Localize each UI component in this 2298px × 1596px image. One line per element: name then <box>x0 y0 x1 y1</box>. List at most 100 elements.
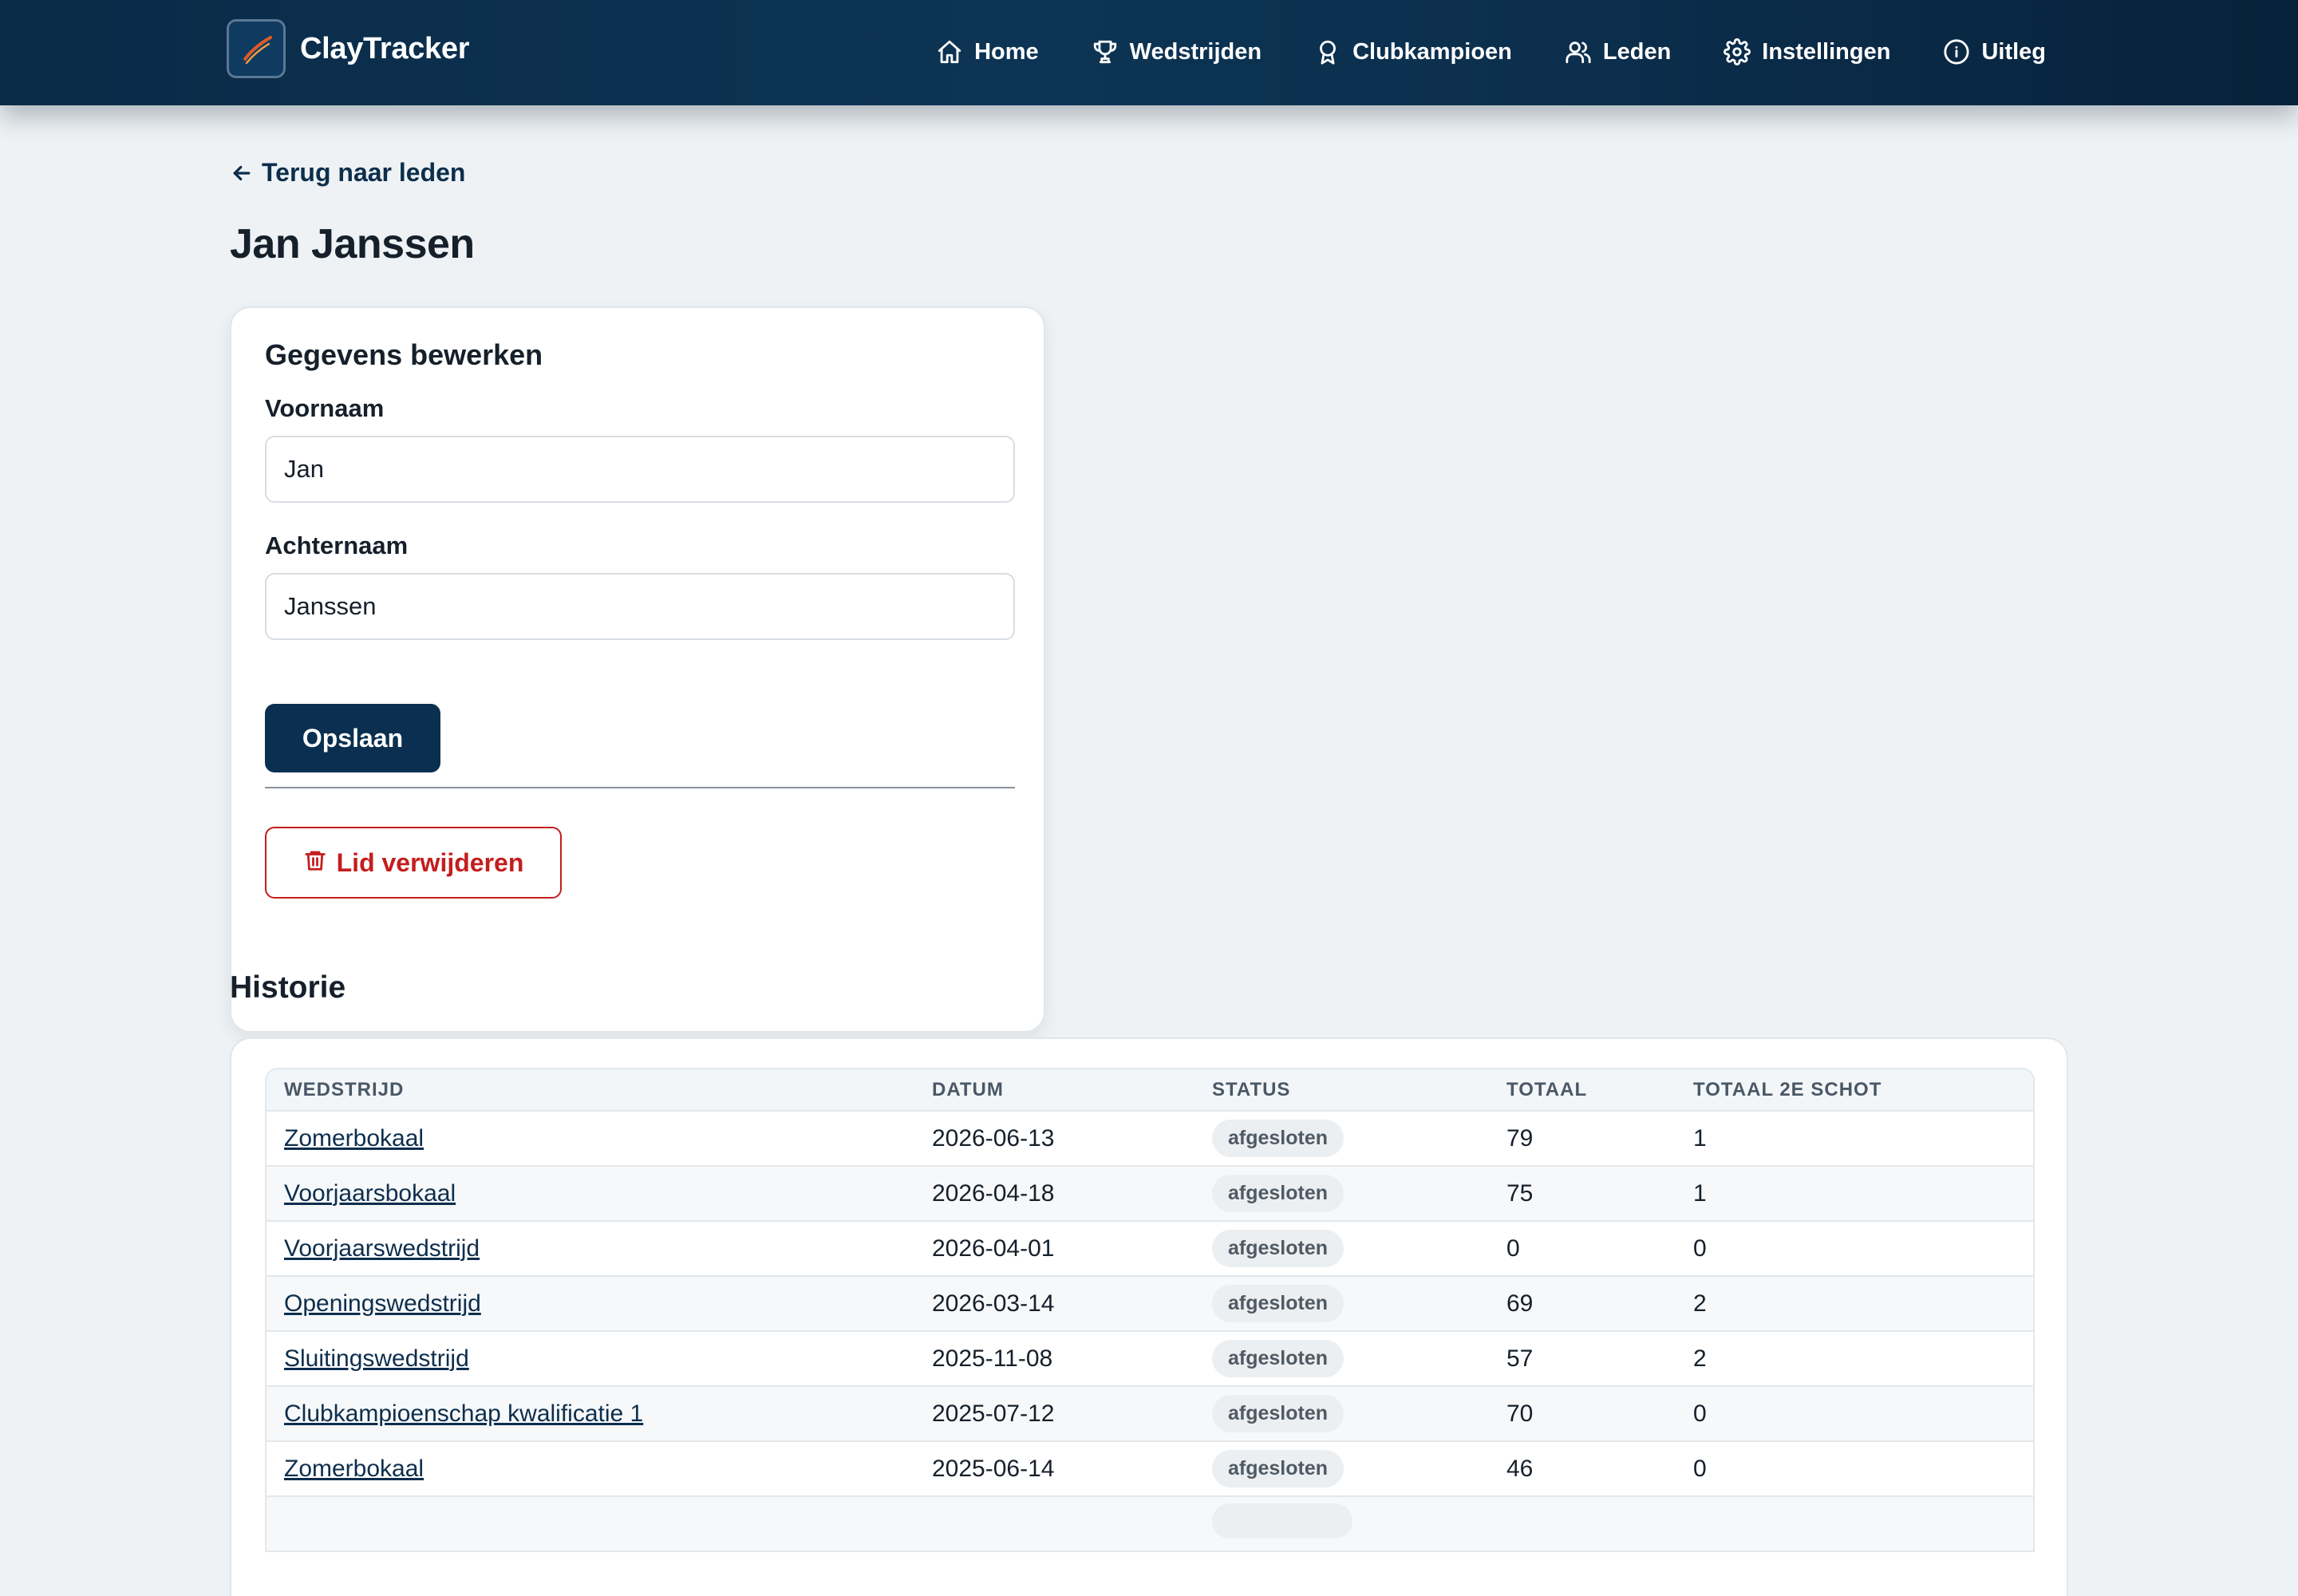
cell-total-second: 1 <box>1676 1166 2033 1222</box>
nav-item-leden[interactable]: Leden <box>1565 38 1671 65</box>
delete-member-button[interactable]: Lid verwijderen <box>265 827 562 899</box>
trophy-icon <box>1093 40 1116 64</box>
cell-match: Voorjaarsbokaal <box>267 1166 914 1222</box>
cell-total-second: 2 <box>1676 1276 2033 1332</box>
status-badge: afgesloten <box>1212 1340 1344 1377</box>
column-header-datum[interactable]: DATUM <box>914 1069 1194 1112</box>
table-row: Sluitingswedstrijd 2025-11-08 afgesloten… <box>267 1331 2033 1387</box>
match-link[interactable]: Voorjaarsbokaal <box>284 1180 456 1207</box>
history-table-wrapper: WEDSTRIJD DATUM STATUS TOTAAL TOTAAL 2E … <box>265 1068 2035 1552</box>
match-link[interactable]: Voorjaarswedstrijd <box>284 1235 480 1262</box>
cell-total-second: 0 <box>1676 1386 2033 1442</box>
nav-item-label: Home <box>974 38 1039 65</box>
cell-total: 70 <box>1489 1386 1676 1442</box>
cell-date: 2026-04-18 <box>914 1166 1194 1222</box>
cell-total: 0 <box>1489 1221 1676 1277</box>
column-header-totaal-2e-schot[interactable]: TOTAAL 2E SCHOT <box>1676 1069 2033 1112</box>
first-name-field[interactable] <box>265 436 1015 503</box>
table-row: Voorjaarsbokaal 2026-04-18 afgesloten 75… <box>267 1166 2033 1222</box>
cell-total: 69 <box>1489 1276 1676 1332</box>
nav-item-clubkampioen[interactable]: Clubkampioen <box>1314 38 1512 65</box>
cell-total: 57 <box>1489 1331 1676 1387</box>
nav-item-label: Leden <box>1602 38 1672 65</box>
back-to-members-link[interactable]: Terug naar leden <box>230 158 465 188</box>
last-name-label: Achternaam <box>265 531 409 559</box>
brand[interactable]: ClayTracker <box>227 19 470 78</box>
table-row: Clubkampioenschap kwalificatie 1 2025-07… <box>267 1386 2033 1442</box>
card-title: Gegevens bewerken <box>265 338 543 371</box>
column-header-status[interactable]: STATUS <box>1194 1069 1489 1112</box>
cell-total: 75 <box>1489 1166 1676 1222</box>
status-badge: afgesloten <box>1212 1175 1344 1212</box>
nav-item-label: Clubkampioen <box>1352 38 1512 65</box>
cell-status: afgesloten <box>1194 1111 1489 1167</box>
cell-status: afgesloten <box>1194 1221 1489 1277</box>
cell-match: Zomerbokaal <box>267 1441 914 1497</box>
history-table: WEDSTRIJD DATUM STATUS TOTAAL TOTAAL 2E … <box>267 1069 2033 1552</box>
award-icon <box>1320 40 1336 65</box>
main-nav: Home Wedstrijden Clubkampioen Leden Inst… <box>936 26 2046 77</box>
cell-date: 2026-04-01 <box>914 1221 1194 1277</box>
cell-status: afgesloten <box>1194 1386 1489 1442</box>
cell-status: afgesloten <box>1194 1166 1489 1222</box>
gear-icon <box>1724 38 1751 65</box>
cell-total <box>1489 1496 1676 1552</box>
status-badge: afgesloten <box>1212 1285 1344 1322</box>
cell-date <box>914 1496 1194 1552</box>
arrow-left-icon <box>233 165 251 180</box>
table-row: Zomerbokaal 2026-06-13 afgesloten 79 1 <box>267 1111 2033 1167</box>
cell-date: 2025-06-14 <box>914 1441 1194 1497</box>
cell-total: 79 <box>1489 1111 1676 1167</box>
status-badge: afgesloten <box>1212 1230 1344 1267</box>
match-link[interactable]: Sluitingswedstrijd <box>284 1345 469 1372</box>
status-badge: afgesloten <box>1212 1120 1344 1157</box>
match-link[interactable]: Openingswedstrijd <box>284 1290 481 1317</box>
cell-total-second: 0 <box>1676 1441 2033 1497</box>
cell-match <box>267 1496 914 1552</box>
cell-date: 2025-11-08 <box>914 1331 1194 1387</box>
brand-name: ClayTracker <box>300 31 470 65</box>
cell-match: Voorjaarswedstrijd <box>267 1221 914 1277</box>
match-link[interactable]: Zomerbokaal <box>284 1125 424 1152</box>
match-link[interactable]: Zomerbokaal <box>284 1456 424 1482</box>
nav-item-uitleg[interactable]: Uitleg <box>1943 38 2046 65</box>
table-row: Openingswedstrijd 2026-03-14 afgesloten … <box>267 1276 2033 1332</box>
last-name-field[interactable] <box>265 573 1015 640</box>
info-icon <box>1944 39 1970 65</box>
table-header-row: WEDSTRIJD DATUM STATUS TOTAAL TOTAAL 2E … <box>267 1069 2033 1112</box>
nav-item-home[interactable]: Home <box>936 38 1039 65</box>
cell-date: 2025-07-12 <box>914 1386 1194 1442</box>
cell-status: afgesloten <box>1194 1441 1489 1497</box>
history-card: WEDSTRIJD DATUM STATUS TOTAAL TOTAAL 2E … <box>230 1037 2068 1596</box>
table-row: Zomerbokaal 2025-06-14 afgesloten 46 0 <box>267 1441 2033 1497</box>
cell-match: Sluitingswedstrijd <box>267 1331 914 1387</box>
cell-status: afgesloten <box>1194 1276 1489 1332</box>
match-link[interactable]: Clubkampioenschap kwalificatie 1 <box>284 1400 643 1427</box>
nav-item-instellingen[interactable]: Instellingen <box>1724 38 1890 65</box>
cell-date: 2026-06-13 <box>914 1111 1194 1167</box>
delete-button-label: Lid verwijderen <box>336 847 524 877</box>
status-badge: afgesloten <box>1212 1395 1344 1432</box>
column-header-wedstrijd[interactable]: WEDSTRIJD <box>267 1069 914 1112</box>
history-title: Historie <box>230 970 346 1005</box>
cell-total-second: 0 <box>1676 1221 2033 1277</box>
table-row: Voorjaarswedstrijd 2026-04-01 afgesloten… <box>267 1221 2033 1277</box>
divider <box>265 787 1015 788</box>
status-badge <box>1212 1503 1352 1539</box>
nav-item-label: Uitleg <box>1981 38 2046 65</box>
nav-item-wedstrijden[interactable]: Wedstrijden <box>1092 38 1262 65</box>
cell-total-second: 2 <box>1676 1331 2033 1387</box>
cell-total-second <box>1676 1496 2033 1552</box>
cell-total-second: 1 <box>1676 1111 2033 1167</box>
cell-status: afgesloten <box>1194 1331 1489 1387</box>
cell-match: Zomerbokaal <box>267 1111 914 1167</box>
back-link-label: Terug naar leden <box>262 158 466 187</box>
table-row <box>267 1496 2033 1552</box>
save-button[interactable]: Opslaan <box>265 704 440 772</box>
first-name-label: Voornaam <box>265 394 385 422</box>
claytracker-logo-icon <box>227 19 286 78</box>
trash-icon <box>305 851 326 871</box>
column-header-totaal[interactable]: TOTAAL <box>1489 1069 1676 1112</box>
status-badge: afgesloten <box>1212 1450 1344 1487</box>
cell-total: 46 <box>1489 1441 1676 1497</box>
